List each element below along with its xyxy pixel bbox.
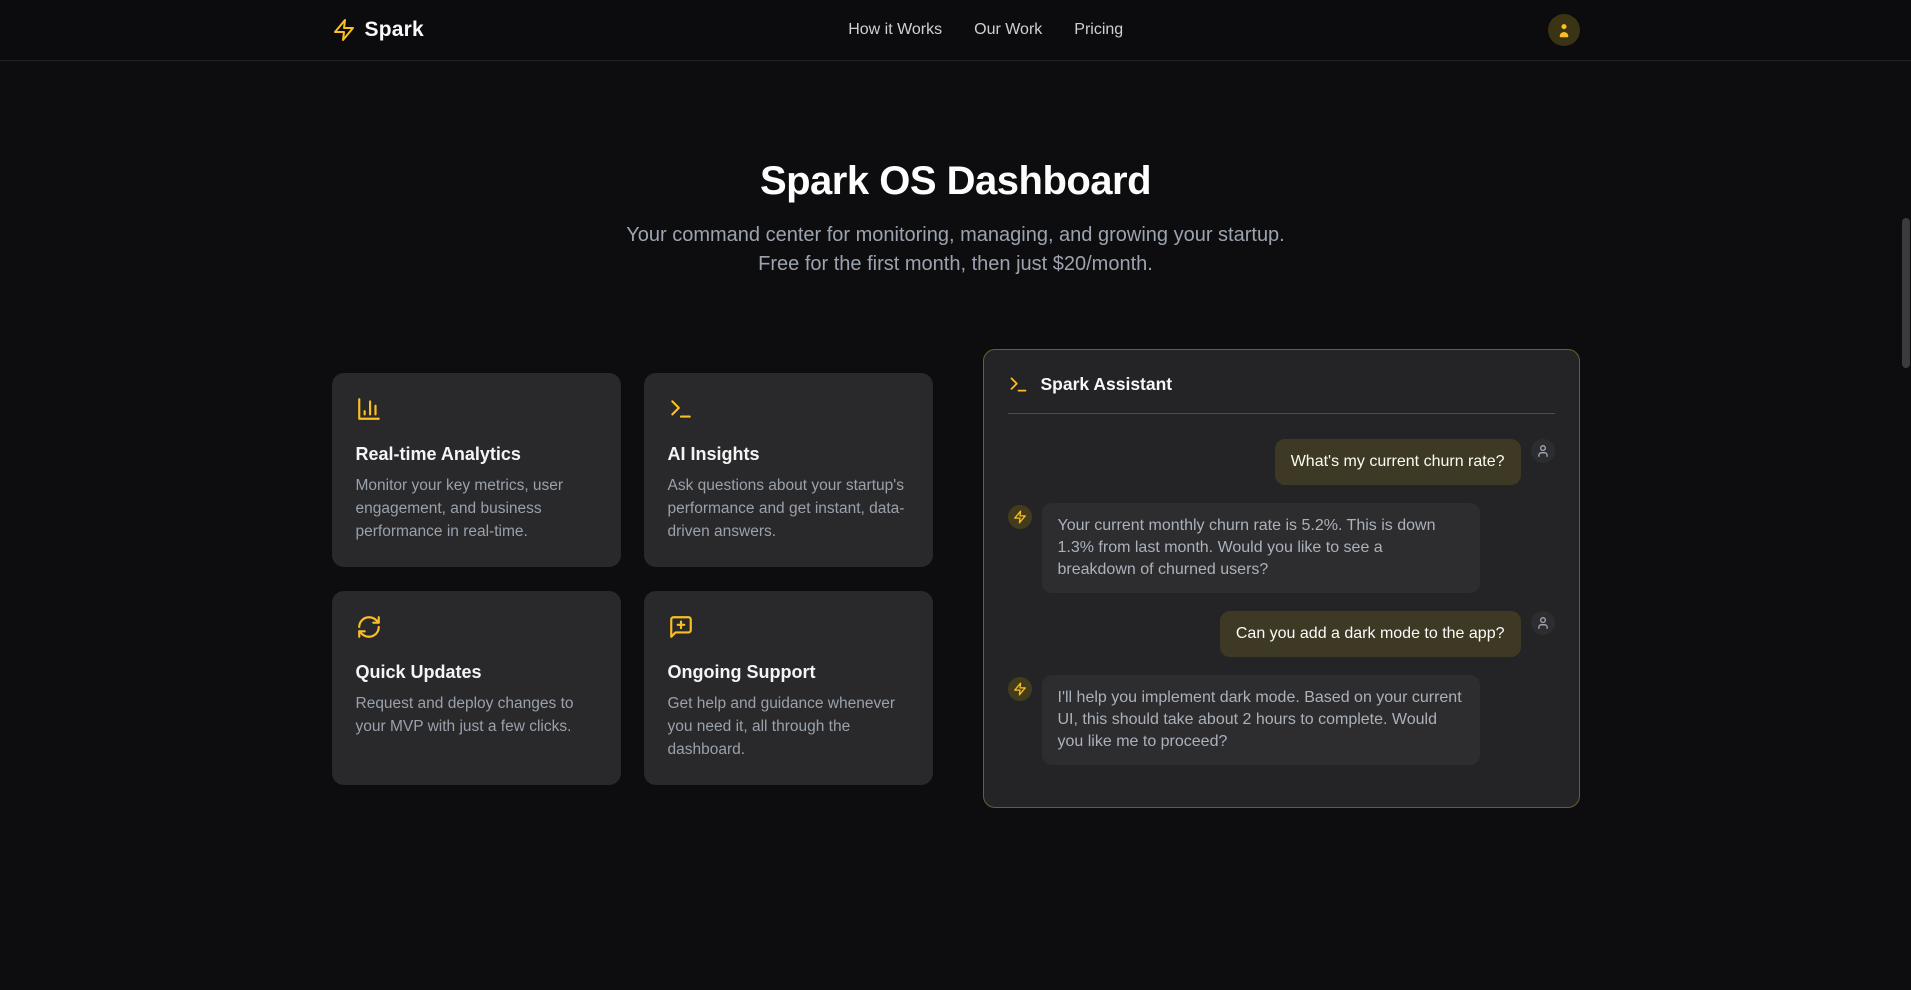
hero-subtitle: Your command center for monitoring, mana…: [611, 221, 1301, 279]
nav-container: Spark How it Works Our Work Pricing: [332, 14, 1580, 46]
user-icon: [1531, 611, 1555, 635]
feature-description: Get help and guidance whenever you need …: [668, 692, 909, 761]
brand-name: Spark: [365, 18, 424, 42]
zap-icon: [1008, 677, 1032, 701]
assistant-panel: Spark Assistant What's my current churn …: [983, 349, 1580, 808]
feature-description: Monitor your key metrics, user engagemen…: [356, 474, 597, 543]
nav-link[interactable]: How it Works: [848, 21, 942, 39]
feature-card: Ongoing Support Get help and guidance wh…: [644, 591, 933, 785]
bar-chart-icon: [356, 396, 382, 422]
chat-messages: What's my current churn rate? Your curre…: [1008, 439, 1555, 765]
assistant-message-bubble: I'll help you implement dark mode. Based…: [1042, 675, 1480, 765]
feature-description: Request and deploy changes to your MVP w…: [356, 692, 597, 738]
feature-title: AI Insights: [668, 444, 909, 465]
feature-card: Real-time Analytics Monitor your key met…: [332, 373, 621, 567]
zap-icon: [332, 18, 356, 42]
feature-description: Ask questions about your startup's perfo…: [668, 474, 909, 543]
user-icon: [1555, 21, 1573, 39]
scrollbar-thumb[interactable]: [1902, 218, 1910, 368]
terminal-icon: [668, 396, 694, 422]
feature-title: Ongoing Support: [668, 662, 909, 683]
user-icon: [1531, 439, 1555, 463]
refresh-icon: [356, 614, 382, 640]
top-nav: Spark How it Works Our Work Pricing: [0, 0, 1911, 61]
page-title: Spark OS Dashboard: [0, 159, 1911, 204]
chat-message-user: What's my current churn rate?: [1008, 439, 1555, 485]
features-grid: Real-time Analytics Monitor your key met…: [332, 373, 933, 785]
feature-title: Quick Updates: [356, 662, 597, 683]
terminal-icon: [1008, 374, 1029, 395]
zap-icon: [1008, 505, 1032, 529]
user-message-bubble: What's my current churn rate?: [1275, 439, 1521, 485]
feature-card: Quick Updates Request and deploy changes…: [332, 591, 621, 785]
chat-message-user: Can you add a dark mode to the app?: [1008, 611, 1555, 657]
nav-link[interactable]: Pricing: [1074, 21, 1123, 39]
assistant-message-bubble: Your current monthly churn rate is 5.2%.…: [1042, 503, 1480, 593]
assistant-panel-header: Spark Assistant: [1008, 374, 1555, 395]
hero-section: Spark OS Dashboard Your command center f…: [0, 159, 1911, 279]
chat-message-assistant: Your current monthly churn rate is 5.2%.…: [1008, 503, 1555, 593]
user-message-bubble: Can you add a dark mode to the app?: [1220, 611, 1521, 657]
content-row: Real-time Analytics Monitor your key met…: [332, 349, 1580, 808]
nav-links: How it Works Our Work Pricing: [848, 21, 1123, 39]
account-avatar-button[interactable]: [1548, 14, 1580, 46]
main-content: Spark OS Dashboard Your command center f…: [0, 159, 1911, 808]
feature-title: Real-time Analytics: [356, 444, 597, 465]
chat-message-assistant: I'll help you implement dark mode. Based…: [1008, 675, 1555, 765]
panel-divider: [1008, 413, 1555, 414]
message-square-plus-icon: [668, 614, 694, 640]
brand-logo[interactable]: Spark: [332, 18, 424, 42]
feature-card: AI Insights Ask questions about your sta…: [644, 373, 933, 567]
nav-link[interactable]: Our Work: [974, 21, 1042, 39]
assistant-panel-title: Spark Assistant: [1041, 374, 1173, 395]
